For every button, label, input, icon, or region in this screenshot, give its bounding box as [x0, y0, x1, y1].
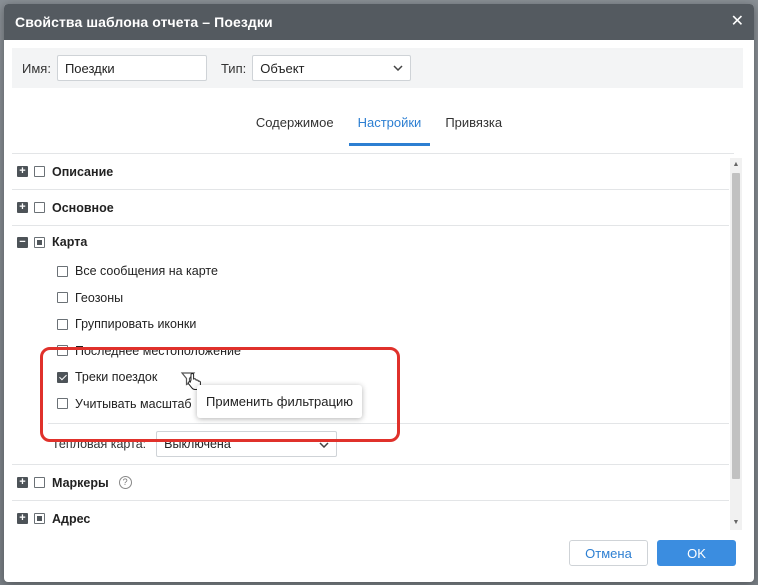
close-icon[interactable]: ✕: [731, 14, 744, 30]
section-header-map[interactable]: − Карта: [12, 226, 729, 258]
help-icon[interactable]: ?: [118, 476, 132, 489]
heatmap-row: Тепловая карта: Выключена: [12, 424, 729, 464]
section-header-markers[interactable]: + Маркеры ?: [12, 465, 729, 500]
section-label: Основное: [52, 200, 114, 215]
tab-binding[interactable]: Привязка: [436, 108, 511, 146]
option-checkbox[interactable]: [57, 292, 68, 304]
report-template-dialog: Свойства шаблона отчета – Поездки ✕ Имя:…: [4, 4, 754, 582]
option-label: Геозоны: [75, 290, 124, 305]
heatmap-label: Тепловая карта:: [52, 437, 147, 451]
name-label: Имя:: [22, 60, 51, 76]
type-select-value: Объект: [260, 60, 305, 76]
section-map: − Карта Все сообщения на карте Геозоны Г…: [12, 226, 729, 465]
name-input[interactable]: Поездки: [56, 55, 207, 81]
tooltip-text: Применить фильтрацию: [206, 394, 353, 409]
heatmap-select[interactable]: Выключена: [156, 431, 338, 457]
tooltip: Применить фильтрацию: [197, 385, 362, 418]
expand-icon[interactable]: +: [17, 202, 28, 213]
scroll-down-icon[interactable]: ▼: [730, 516, 742, 530]
option-checkbox[interactable]: [57, 265, 68, 277]
collapse-icon[interactable]: −: [17, 236, 28, 248]
section-address: + Адрес: [12, 501, 729, 532]
section-checkbox[interactable]: [34, 166, 45, 177]
dialog-titlebar: Свойства шаблона отчета – Поездки ✕: [4, 4, 754, 40]
section-header-address[interactable]: + Адрес: [12, 501, 729, 532]
chevron-down-icon: [393, 63, 403, 74]
section-description: + Описание: [12, 154, 729, 190]
scroll-up-icon[interactable]: ▲: [730, 158, 742, 172]
type-label: Тип:: [220, 60, 247, 76]
section-basic: + Основное: [12, 190, 729, 226]
tab-content[interactable]: Содержимое: [247, 108, 343, 146]
name-type-bar: Имя: Поездки Тип: Объект: [12, 48, 743, 88]
tabs: Содержимое Настройки Привязка: [4, 108, 754, 146]
option-label: Последнее местоположение: [75, 343, 241, 358]
chevron-down-icon: [319, 437, 329, 451]
scrollbar-thumb[interactable]: [732, 173, 740, 479]
option-consider-scale[interactable]: Учитывать масштаб: [57, 391, 729, 418]
expand-icon[interactable]: +: [17, 166, 28, 177]
section-checkbox[interactable]: [34, 477, 45, 488]
option-all-messages[interactable]: Все сообщения на карте: [57, 258, 729, 285]
map-options-list: Все сообщения на карте Геозоны Группиров…: [12, 258, 729, 423]
section-checkbox[interactable]: [34, 202, 45, 213]
dialog-title: Свойства шаблона отчета – Поездки: [15, 14, 273, 30]
option-label: Группировать иконки: [75, 317, 197, 332]
option-geofences[interactable]: Геозоны: [57, 285, 729, 312]
option-checkbox[interactable]: [57, 398, 68, 410]
section-label: Описание: [52, 164, 114, 179]
option-label: Треки поездок: [75, 370, 158, 385]
expand-icon[interactable]: +: [17, 513, 28, 524]
option-checkbox[interactable]: [57, 318, 68, 330]
section-label: Адрес: [52, 511, 91, 526]
section-checkbox-partial[interactable]: [34, 236, 45, 248]
section-checkbox-partial[interactable]: [34, 513, 45, 524]
cancel-button[interactable]: Отмена: [569, 540, 648, 566]
dialog-footer: Отмена OK: [569, 540, 736, 566]
section-label: Карта: [52, 235, 88, 249]
option-trip-tracks[interactable]: Треки поездок: [57, 364, 729, 391]
scrollbar[interactable]: ▲ ▼: [730, 158, 742, 530]
option-label: Учитывать масштаб: [75, 396, 192, 411]
heatmap-select-value: Выключена: [164, 437, 231, 451]
section-header-description[interactable]: + Описание: [12, 154, 729, 189]
option-checkbox[interactable]: [57, 345, 68, 357]
section-header-basic[interactable]: + Основное: [12, 190, 729, 225]
option-last-location[interactable]: Последнее местоположение: [57, 338, 729, 365]
section-markers: + Маркеры ?: [12, 465, 729, 501]
option-checkbox-checked[interactable]: [57, 371, 68, 383]
ok-button[interactable]: OK: [657, 540, 736, 566]
name-input-value: Поездки: [64, 60, 115, 76]
settings-content: + Описание + Основное − Карта Все сообще…: [12, 154, 729, 532]
expand-icon[interactable]: +: [17, 477, 28, 488]
option-group-icons[interactable]: Группировать иконки: [57, 311, 729, 338]
option-label: Все сообщения на карте: [75, 264, 218, 279]
type-select[interactable]: Объект: [252, 55, 412, 81]
tab-settings[interactable]: Настройки: [348, 108, 431, 146]
section-label: Маркеры: [52, 475, 109, 490]
